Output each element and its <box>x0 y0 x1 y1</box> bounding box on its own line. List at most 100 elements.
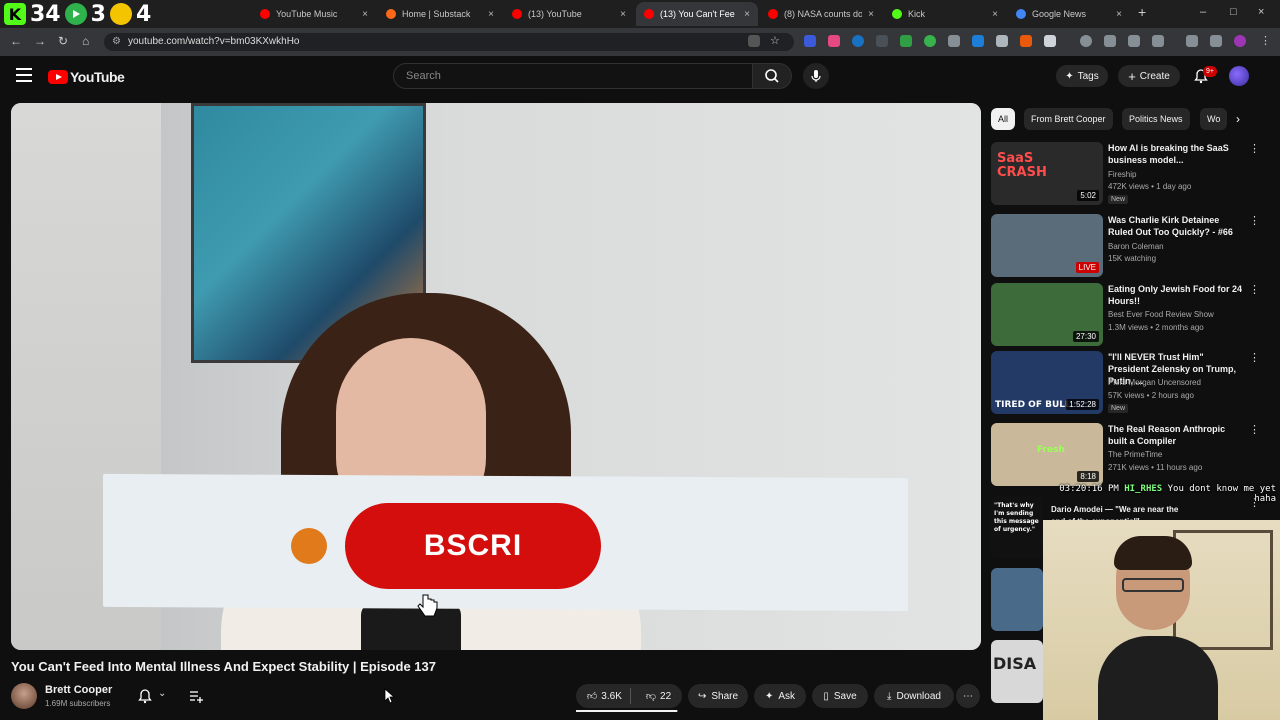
add-to-playlist-icon[interactable] <box>188 688 204 704</box>
extension-icon[interactable] <box>804 35 816 47</box>
tab-close-icon[interactable]: × <box>992 9 998 20</box>
recommended-video-title[interactable]: Eating Only Jewish Food for 24 Hours!! <box>1108 283 1243 307</box>
extension-icon[interactable] <box>996 35 1008 47</box>
duration-badge: 5:02 <box>1077 190 1099 201</box>
download-button[interactable]: ⤓ Download <box>874 684 954 708</box>
video-thumbnail[interactable]: LIVE <box>991 214 1103 277</box>
video-menu-icon[interactable]: ⋮ <box>1249 214 1260 227</box>
video-thumbnail[interactable]: DISA <box>991 640 1043 703</box>
channel-name[interactable]: Brett Cooper <box>45 684 112 696</box>
bookmark-star-icon[interactable]: ☆ <box>770 35 782 47</box>
video-menu-icon[interactable]: ⋮ <box>1249 142 1260 155</box>
recommended-video[interactable]: SaaS CRASH 5:02 How AI is breaking the Saa… <box>991 142 1261 208</box>
video-thumbnail[interactable]: SaaS CRASH 5:02 <box>991 142 1103 205</box>
tab-close-icon[interactable]: × <box>362 9 368 20</box>
ask-button[interactable]: ✦ Ask <box>754 684 806 708</box>
voice-search-button[interactable] <box>803 63 829 89</box>
youtube-logo[interactable]: YouTube <box>48 69 125 85</box>
downloads-icon[interactable] <box>1104 35 1116 47</box>
recommended-video-channel[interactable]: The PrimeTime <box>1108 450 1162 459</box>
tab-close-icon[interactable]: × <box>868 9 874 20</box>
media-icon[interactable] <box>1186 35 1198 47</box>
filter-chip[interactable]: Politics News <box>1122 108 1190 130</box>
extensions-puzzle-icon[interactable] <box>1044 35 1056 47</box>
video-menu-icon[interactable]: ⋮ <box>1249 351 1260 364</box>
video-thumbnail[interactable]: 27:30 <box>991 283 1103 346</box>
minimize-button[interactable]: – <box>1200 6 1206 18</box>
hamburger-menu-icon[interactable] <box>16 68 32 82</box>
browser-tab[interactable]: Home | Substack × <box>378 2 502 26</box>
search-button[interactable] <box>752 63 792 89</box>
filter-chip[interactable]: All <box>991 108 1016 130</box>
chevron-down-icon[interactable]: ⌄ <box>158 688 166 699</box>
recommended-video-channel[interactable]: Piers Morgan Uncensored <box>1108 378 1201 387</box>
create-button[interactable]: + Create <box>1118 65 1180 87</box>
extension-icon[interactable] <box>948 35 960 47</box>
video-menu-icon[interactable]: ⋮ <box>1249 423 1260 436</box>
close-window-button[interactable]: × <box>1258 6 1264 18</box>
tags-button[interactable]: ✦ Tags <box>1056 65 1108 87</box>
address-bar[interactable]: youtube.com/watch?v=bm03KXwkhHo <box>104 33 794 51</box>
recommended-video-title[interactable]: How AI is breaking the SaaS business mod… <box>1108 142 1243 166</box>
history-icon[interactable] <box>1080 35 1092 47</box>
kebab-menu-icon[interactable]: ⋮ <box>1260 35 1272 47</box>
extension-icon[interactable] <box>876 35 888 47</box>
thumbs-up-icon: 👍︎ <box>586 691 598 702</box>
extension-icon[interactable] <box>1020 35 1032 47</box>
home-icon[interactable]: ⌂ <box>82 34 89 48</box>
video-thumbnail[interactable]: "That's why I'm sending this message of … <box>991 496 1043 559</box>
dislike-button[interactable]: 👎︎ 22 <box>646 690 671 703</box>
video-thumbnail[interactable]: TIRED OF BULL 1:52:28 <box>991 351 1103 414</box>
new-tab-button[interactable]: + <box>1138 4 1146 20</box>
recommended-video[interactable]: LIVE Was Charlie Kirk Detainee Ruled Out … <box>991 214 1261 280</box>
browser-tab[interactable]: Kick × <box>884 2 1006 26</box>
forward-arrow-icon[interactable]: → <box>34 34 46 48</box>
like-button[interactable]: 👍︎ 3.6K <box>586 690 622 703</box>
recommended-video[interactable]: TIRED OF BULL 1:52:28 "I'll NEVER Trust Hi… <box>991 351 1261 417</box>
video-thumbnail[interactable] <box>991 568 1043 631</box>
browser-tab[interactable]: (13) YouTube × <box>504 2 634 26</box>
maximize-button[interactable]: □ <box>1230 6 1237 18</box>
back-arrow-icon[interactable]: ← <box>10 34 22 48</box>
site-info-icon[interactable]: ⚙ <box>112 36 123 47</box>
account-avatar[interactable] <box>1229 66 1249 86</box>
sidepanel-icon[interactable] <box>1152 35 1164 47</box>
tab-close-icon[interactable]: × <box>1116 9 1122 20</box>
devtools-icon[interactable] <box>1128 35 1140 47</box>
tab-close-icon[interactable]: × <box>620 9 626 20</box>
channel-avatar[interactable] <box>11 683 37 709</box>
subscription-bell-icon[interactable] <box>137 688 153 704</box>
browser-tab[interactable]: (13) You Can't Fee × <box>636 2 758 26</box>
recommended-video[interactable]: Fresh 8:18 The Real Reason Anthropic built… <box>991 423 1261 489</box>
more-actions-icon[interactable]: ⋯ <box>956 684 980 708</box>
search-input[interactable]: Search <box>393 63 753 89</box>
extension-icon[interactable] <box>972 35 984 47</box>
filter-chip[interactable]: From Brett Cooper <box>1024 108 1113 130</box>
tab-close-icon[interactable]: × <box>744 9 750 20</box>
recommended-video-channel[interactable]: Best Ever Food Review Show <box>1108 310 1214 319</box>
browser-tab[interactable]: YouTube Music × <box>252 2 376 26</box>
recommended-video[interactable]: 27:30 Eating Only Jewish Food for 24 Hour… <box>991 283 1261 349</box>
recommended-video-title[interactable]: Was Charlie Kirk Detainee Ruled Out Too … <box>1108 214 1243 238</box>
reload-icon[interactable]: ↻ <box>58 34 68 48</box>
recommended-video-channel[interactable]: Baron Coleman <box>1108 242 1164 251</box>
extension-icon[interactable] <box>900 35 912 47</box>
recommended-video-channel[interactable]: Fireship <box>1108 170 1136 179</box>
save-button[interactable]: ▯ Save <box>812 684 868 708</box>
filter-chip[interactable]: Wo <box>1200 108 1228 130</box>
extension-icon[interactable] <box>828 35 840 47</box>
share-button[interactable]: ↪ Share <box>688 684 748 708</box>
browser-tab[interactable]: Google News × <box>1008 2 1130 26</box>
install-app-icon[interactable] <box>748 35 760 47</box>
recommended-video-title[interactable]: The Real Reason Anthropic built a Compil… <box>1108 423 1243 447</box>
avatar-icon[interactable] <box>1234 35 1246 47</box>
video-thumbnail[interactable]: Fresh 8:18 <box>991 423 1103 486</box>
extension-icon[interactable] <box>924 35 936 47</box>
chevron-right-icon[interactable]: › <box>1236 112 1240 126</box>
profile-icon[interactable] <box>1210 35 1222 47</box>
tab-close-icon[interactable]: × <box>488 9 494 20</box>
extension-icon[interactable] <box>852 35 864 47</box>
video-player[interactable]: BSCRI <box>11 103 981 650</box>
video-menu-icon[interactable]: ⋮ <box>1249 283 1260 296</box>
browser-tab[interactable]: (8) NASA counts dow × <box>760 2 882 26</box>
